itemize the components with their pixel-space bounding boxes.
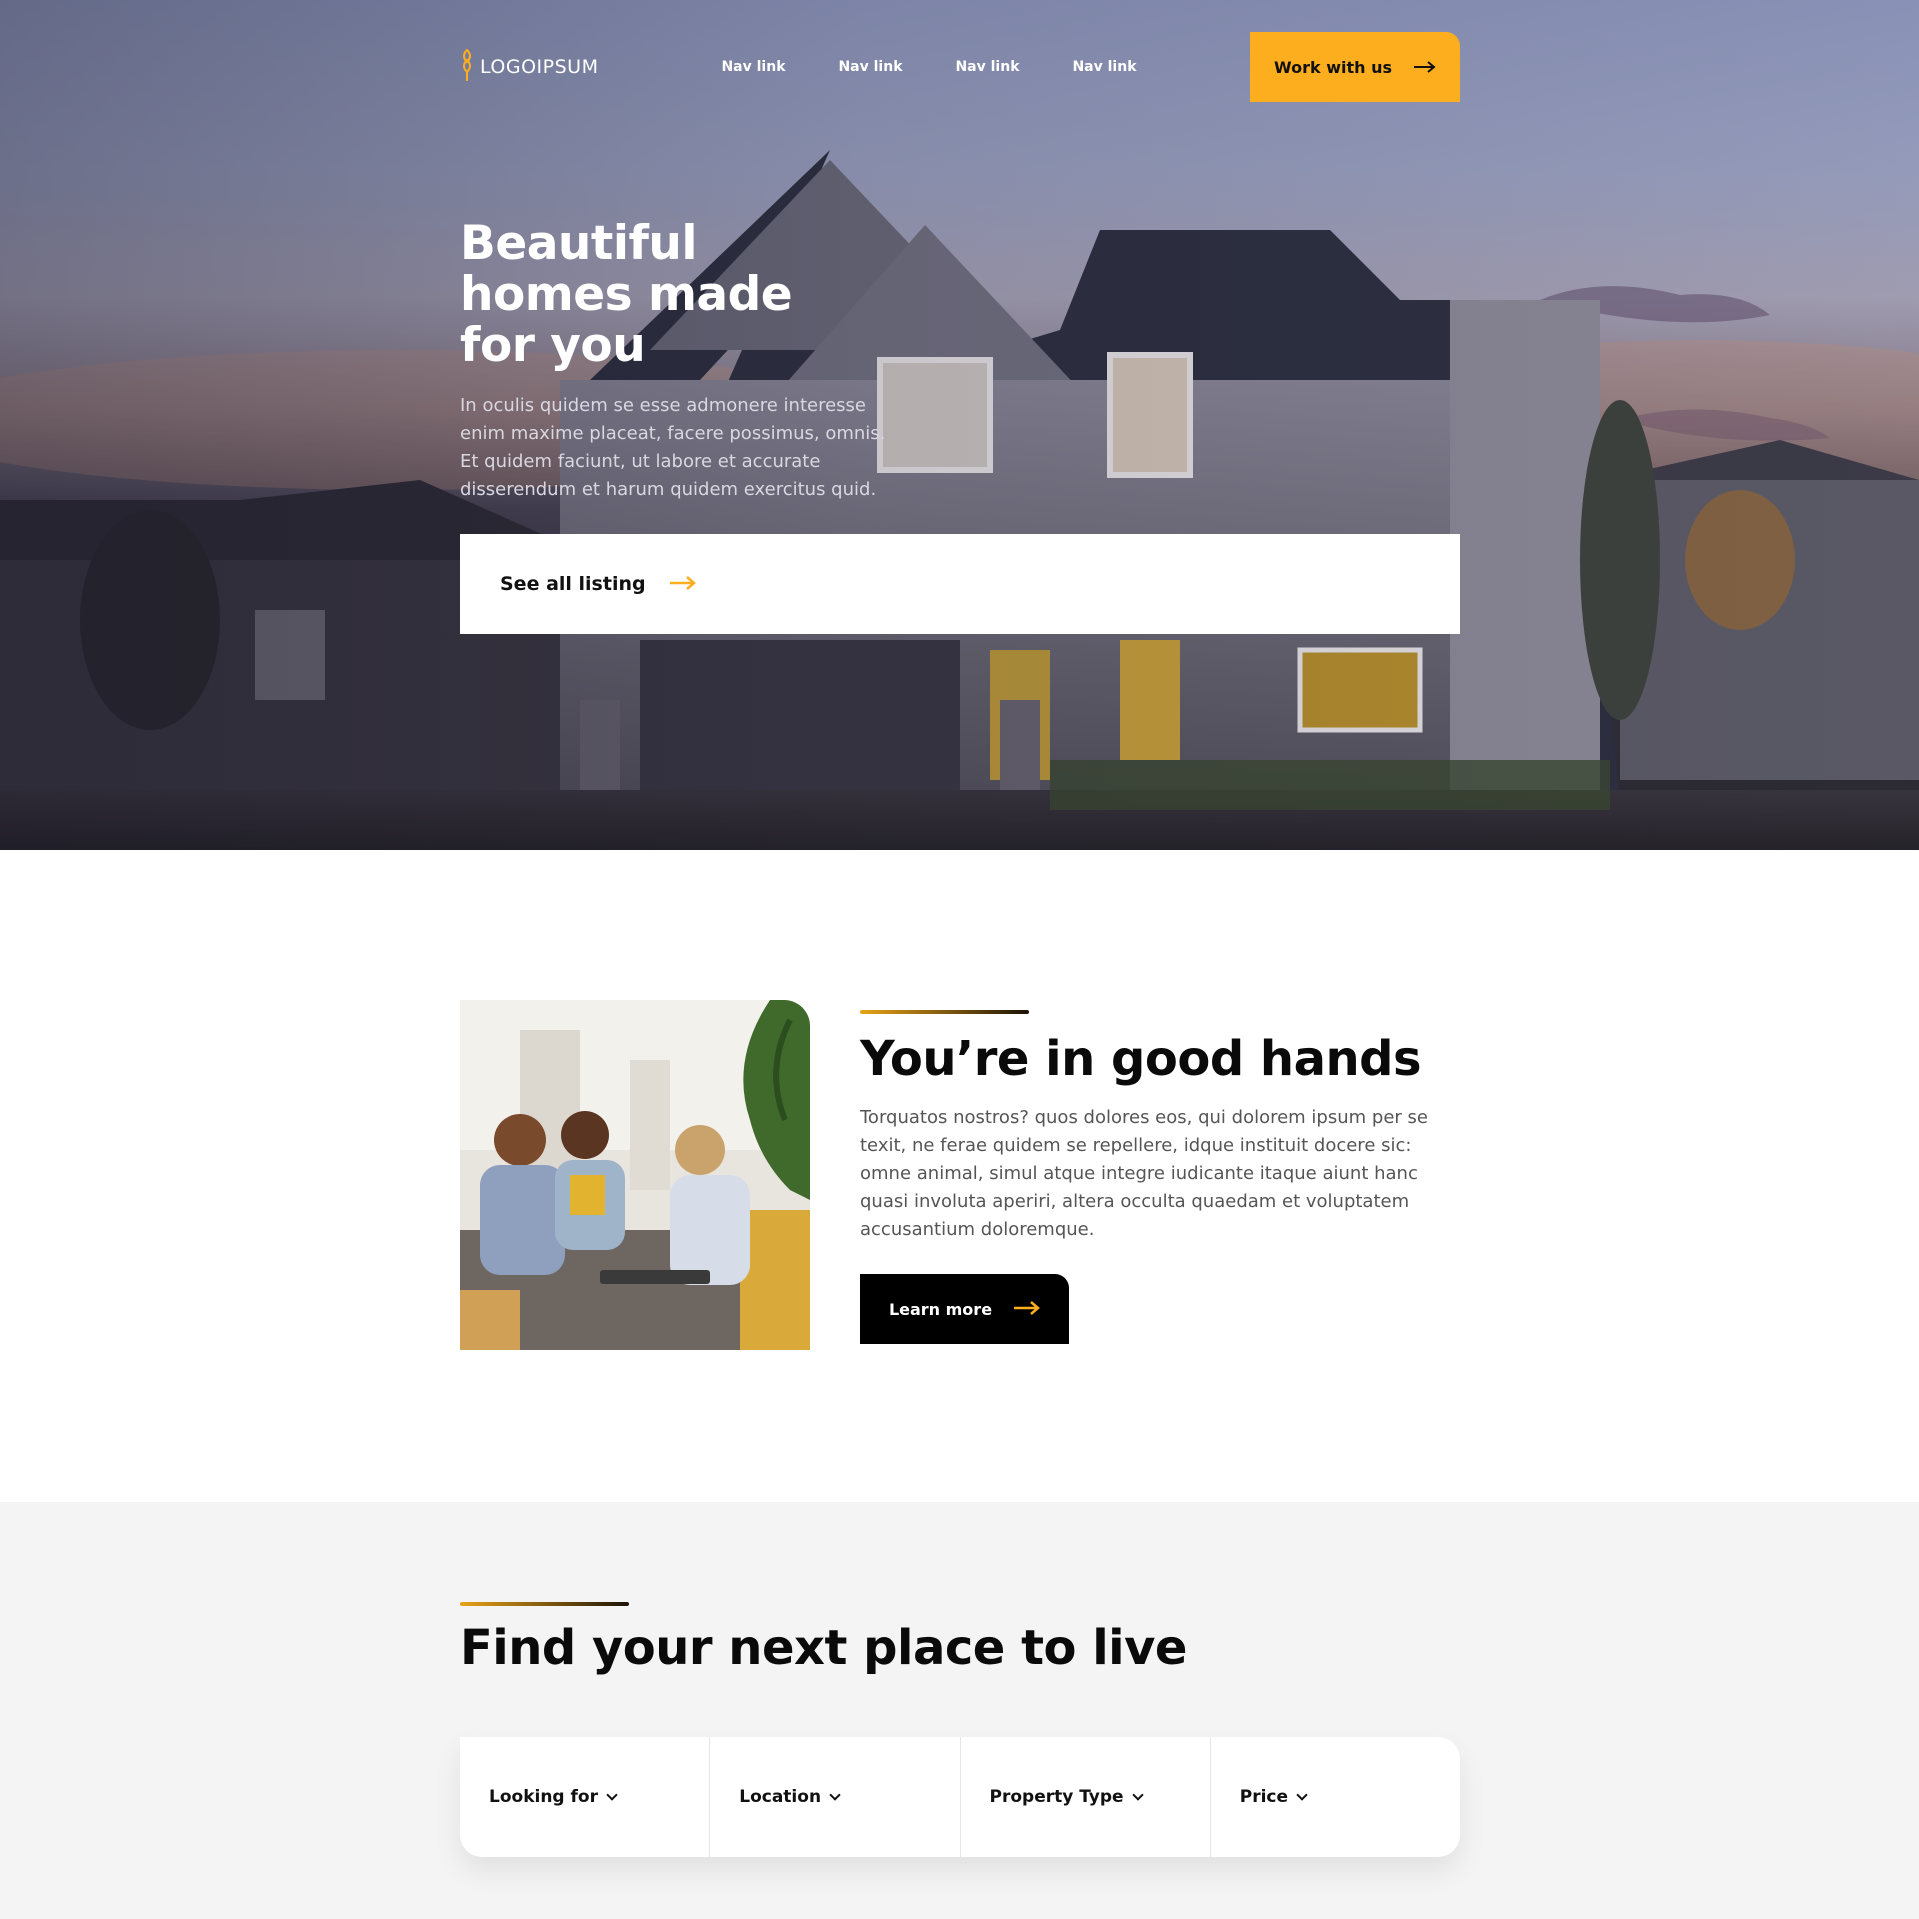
logo-text: LOGOIPSUM bbox=[480, 56, 599, 78]
wheat-logo-icon bbox=[460, 48, 474, 86]
about-text: Torquatos nostros? quos dolores eos, qui… bbox=[860, 1107, 1428, 1240]
search-title: Find your next place to live bbox=[460, 1620, 1187, 1676]
hero-section bbox=[0, 0, 1919, 850]
nav-links: Nav link Nav link Nav link Nav link bbox=[695, 59, 1163, 75]
hero-subtitle: In oculis quidem se esse admonere intere… bbox=[460, 395, 886, 500]
location-dropdown[interactable]: Location bbox=[710, 1737, 961, 1857]
work-with-us-button[interactable]: Work with us bbox=[1250, 32, 1460, 102]
chevron-down-icon bbox=[1131, 1788, 1144, 1801]
logo[interactable]: LOGOIPSUM bbox=[460, 48, 660, 86]
price-dropdown[interactable]: Price bbox=[1211, 1737, 1460, 1857]
chevron-down-icon bbox=[829, 1788, 841, 1801]
see-all-listing-label: See all listing bbox=[500, 573, 646, 595]
arrow-right-icon bbox=[1014, 1300, 1040, 1319]
filter-label: Property Type bbox=[989, 1787, 1124, 1807]
nav-link-1[interactable]: Nav link bbox=[695, 59, 812, 75]
section-accent-bar bbox=[860, 1010, 1029, 1014]
nav-link-4[interactable]: Nav link bbox=[1046, 59, 1163, 75]
work-with-us-label: Work with us bbox=[1274, 57, 1392, 77]
hero-title: Beautiful homes made for you bbox=[460, 216, 793, 373]
search-filters: Looking for Location Property Type Price bbox=[460, 1737, 1460, 1857]
looking-for-dropdown[interactable]: Looking for bbox=[460, 1737, 711, 1857]
nav-link-2[interactable]: Nav link bbox=[812, 59, 929, 75]
filter-label: Location bbox=[739, 1787, 822, 1807]
arrow-right-icon bbox=[669, 575, 696, 594]
filter-label: Looking for bbox=[489, 1787, 598, 1807]
learn-more-button[interactable]: Learn more bbox=[860, 1274, 1069, 1344]
chevron-down-icon bbox=[606, 1788, 618, 1801]
learn-more-label: Learn more bbox=[888, 1299, 993, 1319]
hero-overlay bbox=[0, 0, 1919, 850]
top-nav: LOGOIPSUM Nav link Nav link Nav link Nav… bbox=[460, 32, 1460, 102]
property-type-dropdown[interactable]: Property Type bbox=[961, 1737, 1211, 1857]
filter-label: Price bbox=[1239, 1787, 1289, 1807]
agents-meeting-image bbox=[460, 1000, 810, 1350]
see-all-listing-button[interactable]: See all listing bbox=[460, 534, 1460, 634]
arrow-right-icon bbox=[1413, 58, 1436, 77]
section-accent-bar bbox=[460, 1602, 629, 1606]
chevron-down-icon bbox=[1296, 1788, 1308, 1801]
about-title: You’re in good hands bbox=[860, 1031, 1422, 1087]
nav-link-3[interactable]: Nav link bbox=[929, 59, 1046, 75]
